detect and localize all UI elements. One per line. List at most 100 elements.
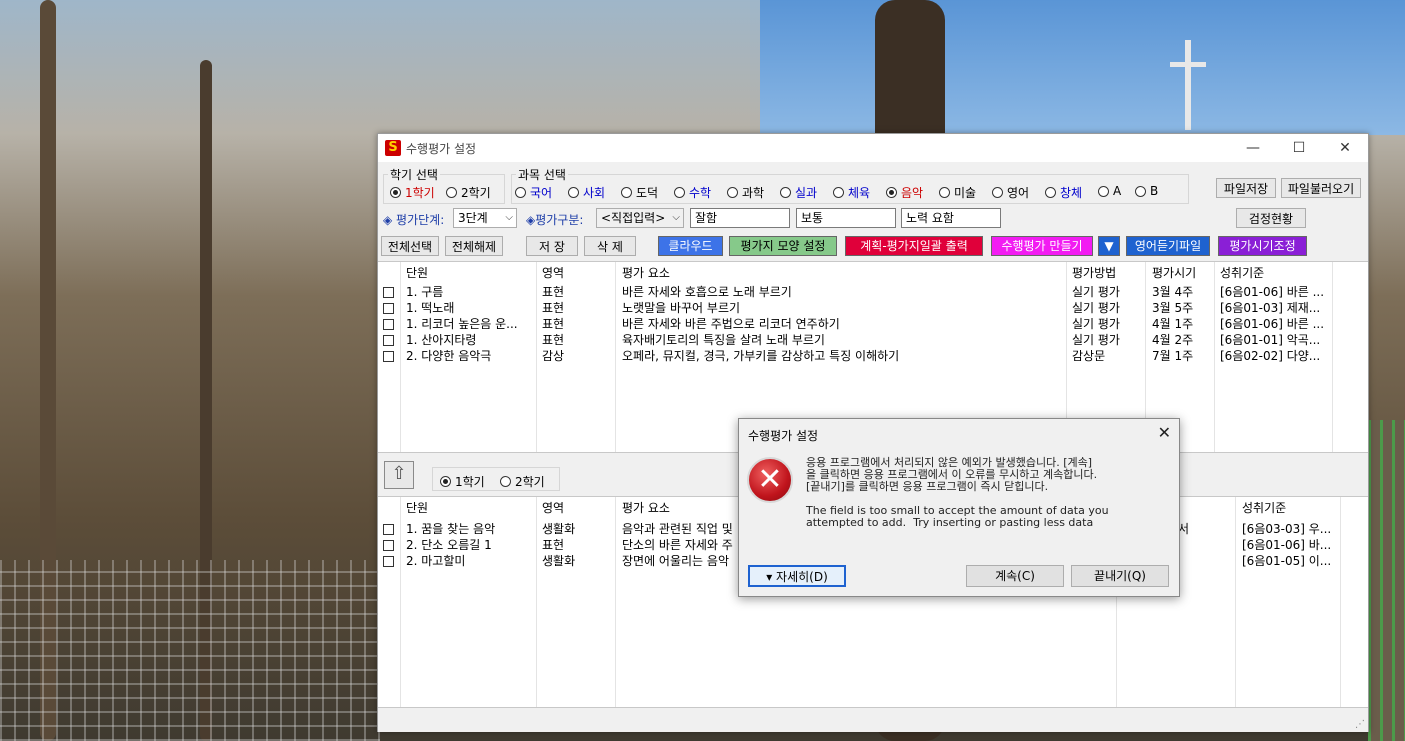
save-button[interactable]: 저 장 bbox=[526, 236, 578, 256]
table-cell: 1. 꿈을 찾는 음악 bbox=[406, 522, 496, 536]
radio-subject-11[interactable]: A bbox=[1098, 184, 1121, 198]
table-row[interactable]: 2. 다양한 음악극 감상 오페라, 뮤지컬, 경극, 가부키를 감상하고 특징 이… bbox=[378, 348, 1368, 364]
radio-subject-9[interactable]: 영어 bbox=[992, 184, 1029, 201]
radio-circle bbox=[440, 476, 451, 487]
up-arrow-icon[interactable]: ⇧ bbox=[384, 461, 414, 489]
table-cell: [6음01-03] 제재... bbox=[1220, 301, 1321, 315]
table-cell: 표현 bbox=[542, 317, 565, 331]
table-cell: 바른 자세와 바른 주법으로 리코더 연주하기 bbox=[622, 317, 840, 331]
table-cell: 실기 평가 bbox=[1072, 301, 1120, 315]
table-cell: 음악과 관련된 직업 및 bbox=[622, 522, 733, 536]
maximize-button[interactable]: ☐ bbox=[1276, 134, 1322, 162]
make-eval-button[interactable]: 수행평가 만들기 bbox=[991, 236, 1093, 256]
radio-semester-2[interactable]: 2학기 bbox=[446, 184, 491, 201]
check-status-button[interactable]: 검정현황 bbox=[1236, 208, 1306, 228]
table-row[interactable]: 1. 리코더 높은음 운... 표현 바른 자세와 바른 주법으로 리코더 연주하기… bbox=[378, 316, 1368, 332]
radio-subject-12[interactable]: B bbox=[1135, 184, 1158, 198]
table-cell: 4월 1주 bbox=[1152, 317, 1194, 331]
level-field-normal[interactable]: 보통 bbox=[796, 208, 896, 228]
header-standard: 성취기준 bbox=[1242, 501, 1287, 515]
row-checkbox[interactable] bbox=[383, 303, 394, 314]
table-cell: 바른 자세와 호흡으로 노래 부르기 bbox=[622, 285, 792, 299]
table-cell: 표현 bbox=[542, 301, 565, 315]
plan-print-button[interactable]: 계획-평가지일괄 출력 bbox=[845, 236, 983, 256]
select-all-button[interactable]: 전체선택 bbox=[381, 236, 439, 256]
english-listening-button[interactable]: 영어듣기파일 bbox=[1126, 236, 1210, 256]
header-time: 평가시기 bbox=[1152, 266, 1197, 280]
error-dialog: 수행평가 설정 ✕ ✕ 응용 프로그램에서 처리되지 않은 예외가 발생했습니다… bbox=[738, 418, 1180, 597]
quit-button[interactable]: 끝내기(Q) bbox=[1071, 565, 1169, 587]
radio-subject-3[interactable]: 수학 bbox=[674, 184, 711, 201]
radio-subject-6[interactable]: 체육 bbox=[833, 184, 870, 201]
subject-group-label: 과목 선택 bbox=[516, 166, 568, 183]
window-title: 수행평가 설정 bbox=[406, 142, 477, 156]
radio-subject-8[interactable]: 미술 bbox=[939, 184, 976, 201]
delete-button[interactable]: 삭 제 bbox=[584, 236, 636, 256]
table-row[interactable]: 1. 떡노래 표현 노랫말을 바꾸어 부르기 실기 평가 3월 5주 [6음01-03] … bbox=[378, 300, 1368, 316]
row-checkbox[interactable] bbox=[383, 287, 394, 298]
table-cell: 감상 bbox=[542, 349, 565, 363]
table-cell: 장면에 어울리는 음악 bbox=[622, 554, 729, 568]
table-cell: 2. 다양한 음악극 bbox=[406, 349, 492, 363]
row-checkbox[interactable] bbox=[383, 540, 394, 551]
header-area: 영역 bbox=[542, 501, 565, 515]
table-cell: 표현 bbox=[542, 333, 565, 347]
radio-circle bbox=[727, 187, 738, 198]
radio-subject-0[interactable]: 국어 bbox=[515, 184, 552, 201]
header-element: 평가 요소 bbox=[622, 266, 670, 280]
dropdown-button[interactable]: ▼ bbox=[1098, 236, 1120, 256]
table-cell: 7월 1주 bbox=[1152, 349, 1194, 363]
row-checkbox[interactable] bbox=[383, 351, 394, 362]
upper-table-header: 단원 영역 평가 요소 평가방법 평가시기 성취기준 bbox=[378, 265, 1368, 281]
table-cell: [6음02-02] 다양... bbox=[1220, 349, 1321, 363]
dialog-title: 수행평가 설정 bbox=[748, 429, 819, 443]
dialog-message-korean: 응용 프로그램에서 처리되지 않은 예외가 발생했습니다. [계속] 을 클릭하… bbox=[806, 456, 1098, 493]
table-cell: 1. 떡노래 bbox=[406, 301, 455, 315]
lower-radio-semester-1[interactable]: 1학기 bbox=[440, 473, 485, 490]
table-row[interactable]: 1. 구름 표현 바른 자세와 호흡으로 노래 부르기 실기 평가 3월 4주 [6음01… bbox=[378, 284, 1368, 300]
adjust-time-button[interactable]: 평가시기조정 bbox=[1218, 236, 1307, 256]
table-cell: 2. 마고할미 bbox=[406, 554, 466, 568]
title-bar: S 수행평가 설정 — ☐ ✕ bbox=[378, 134, 1368, 162]
radio-subject-4[interactable]: 과학 bbox=[727, 184, 764, 201]
table-row[interactable]: 1. 산아지타령 표현 육자배기토리의 특징을 살려 노래 부르기 실기 평가 4월 2… bbox=[378, 332, 1368, 348]
radio-semester-1[interactable]: 1학기 bbox=[390, 184, 435, 201]
close-button[interactable]: ✕ bbox=[1322, 134, 1368, 162]
fence-right bbox=[1368, 420, 1405, 741]
radio-subject-5[interactable]: 실과 bbox=[780, 184, 817, 201]
table-cell: 감상문 bbox=[1072, 349, 1106, 363]
file-save-button[interactable]: 파일저장 bbox=[1216, 178, 1276, 198]
row-checkbox[interactable] bbox=[383, 335, 394, 346]
cross bbox=[1185, 40, 1191, 130]
radio-circle bbox=[939, 187, 950, 198]
eval-stage-select[interactable]: 3단계 ⌵ bbox=[453, 208, 517, 228]
semester-group-label: 학기 선택 bbox=[388, 166, 440, 183]
dialog-close-button[interactable]: ✕ bbox=[1158, 423, 1171, 442]
sheet-shape-button[interactable]: 평가지 모양 설정 bbox=[729, 236, 837, 256]
level-field-good[interactable]: 잘함 bbox=[690, 208, 790, 228]
radio-subject-10[interactable]: 창체 bbox=[1045, 184, 1082, 201]
table-cell: 생활화 bbox=[542, 522, 576, 536]
cloud-button[interactable]: 클라우드 bbox=[658, 236, 723, 256]
radio-circle bbox=[992, 187, 1003, 198]
continue-button[interactable]: 계속(C) bbox=[966, 565, 1064, 587]
resize-grip-icon[interactable]: ⋰ bbox=[1355, 719, 1365, 730]
radio-subject-7[interactable]: 음악 bbox=[886, 184, 923, 201]
radio-subject-2[interactable]: 도덕 bbox=[621, 184, 658, 201]
minimize-button[interactable]: — bbox=[1230, 134, 1276, 162]
radio-circle bbox=[515, 187, 526, 198]
row-checkbox[interactable] bbox=[383, 556, 394, 567]
row-checkbox[interactable] bbox=[383, 524, 394, 535]
row-checkbox[interactable] bbox=[383, 319, 394, 330]
file-load-button[interactable]: 파일불러오기 bbox=[1281, 178, 1361, 198]
radio-circle bbox=[1135, 185, 1146, 197]
level-field-needs-effort[interactable]: 노력 요함 bbox=[901, 208, 1001, 228]
lower-radio-semester-2[interactable]: 2학기 bbox=[500, 473, 545, 490]
table-cell: 1. 산아지타령 bbox=[406, 333, 477, 347]
eval-type-select[interactable]: <직접입력> ⌵ bbox=[596, 208, 684, 228]
deselect-all-button[interactable]: 전체해제 bbox=[445, 236, 503, 256]
table-cell: 오페라, 뮤지컬, 경극, 가부키를 감상하고 특징 이해하기 bbox=[622, 349, 900, 363]
radio-subject-1[interactable]: 사회 bbox=[568, 184, 605, 201]
header-area: 영역 bbox=[542, 266, 565, 280]
details-button[interactable]: ▾ 자세히(D) bbox=[748, 565, 846, 587]
